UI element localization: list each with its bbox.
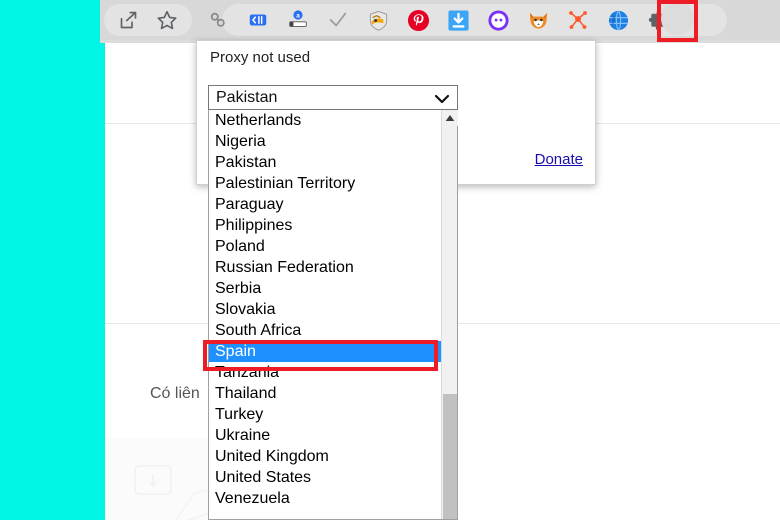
dropdown-option[interactable]: Paraguay	[209, 194, 442, 215]
screenshot-root: Có liên a Proxy not used Donate Pakistan…	[0, 0, 780, 520]
dropdown-option[interactable]: Thailand	[209, 383, 442, 404]
svg-text:a: a	[296, 13, 300, 20]
bracket-code-icon[interactable]	[246, 8, 270, 32]
checkmark-icon[interactable]	[326, 8, 350, 32]
dropdown-option[interactable]: Pakistan	[209, 152, 442, 173]
country-select[interactable]: Pakistan	[208, 85, 458, 110]
dropdown-option[interactable]: Serbia	[209, 278, 442, 299]
dropdown-option[interactable]: Spain	[209, 341, 442, 362]
download-icon[interactable]	[446, 8, 470, 32]
dropdown-option[interactable]: Tanzania	[209, 362, 442, 383]
dropdown-option[interactable]: Nigeria	[209, 131, 442, 152]
proxy-icon-annotation-box	[657, 0, 698, 42]
link-chain-icon[interactable]	[206, 8, 230, 32]
triangle-up-icon[interactable]	[442, 110, 458, 126]
dropdown-option[interactable]: Poland	[209, 236, 442, 257]
dropdown-option[interactable]: Venezuela	[209, 488, 442, 509]
globe-icon[interactable]	[606, 8, 630, 32]
dropdown-option[interactable]: Slovakia	[209, 299, 442, 320]
country-option-list: Netherlands Nigeria Pakistan Palestinian Te…	[209, 110, 442, 519]
dropdown-option[interactable]: Netherlands	[209, 110, 442, 131]
donate-link[interactable]: Donate	[535, 151, 583, 168]
browser-toolbar: a	[100, 0, 780, 42]
dropdown-option[interactable]: Turkey	[209, 404, 442, 425]
dropdown-option[interactable]: Ukraine	[209, 425, 442, 446]
dropdown-scrollbar-track[interactable]	[441, 110, 458, 519]
grammar-check-icon[interactable]: a	[286, 8, 310, 32]
pinterest-icon[interactable]	[406, 8, 430, 32]
dropdown-option[interactable]: South Africa	[209, 320, 442, 341]
bookmark-star-icon[interactable]	[155, 8, 179, 32]
dropdown-option[interactable]: Russian Federation	[209, 257, 442, 278]
proxy-network-icon[interactable]	[566, 8, 590, 32]
dropdown-scrollbar-thumb[interactable]	[443, 394, 457, 519]
dropdown-option[interactable]: Philippines	[209, 215, 442, 236]
dropdown-option[interactable]: United Kingdom	[209, 446, 442, 467]
share-icon[interactable]	[116, 8, 140, 32]
dropdown-option[interactable]: United States	[209, 467, 442, 488]
fox-icon[interactable]	[526, 8, 550, 32]
page-body-text: Có liên	[150, 385, 200, 402]
dropdown-option[interactable]: Palestinian Territory	[209, 173, 442, 194]
country-select-value: Pakistan	[216, 89, 278, 106]
country-dropdown-list[interactable]: Netherlands Nigeria Pakistan Palestinian Te…	[208, 110, 458, 520]
proxy-status-text: Proxy not used	[210, 49, 311, 66]
chevron-down-icon	[434, 92, 450, 110]
honey-shield-icon[interactable]	[366, 8, 390, 32]
purple-circle-icon[interactable]	[486, 8, 510, 32]
